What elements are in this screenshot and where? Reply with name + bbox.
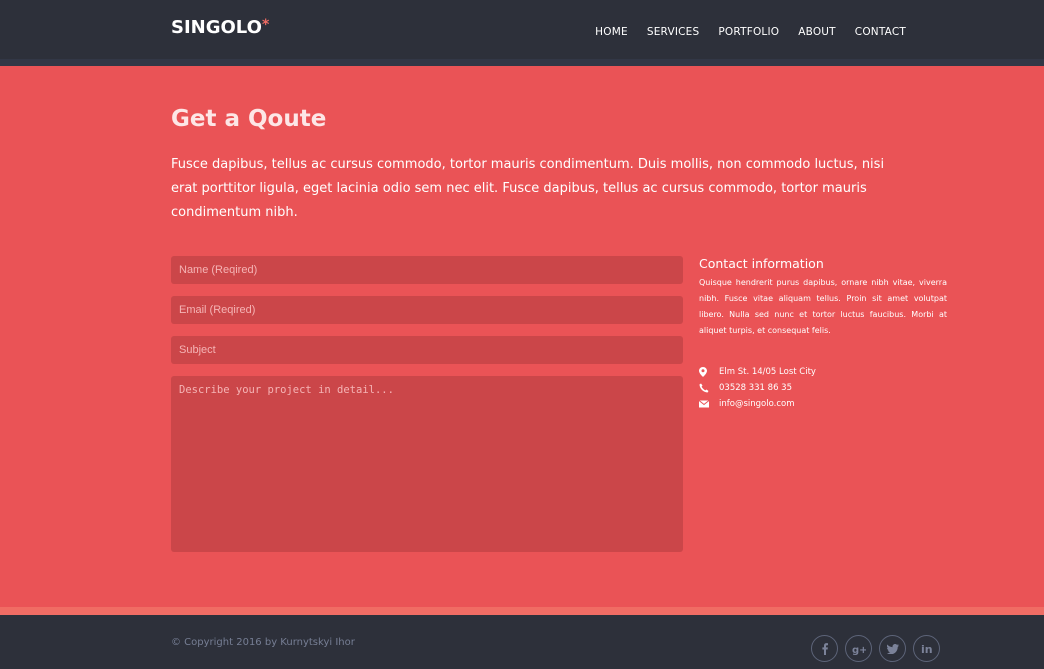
facebook-icon[interactable] xyxy=(811,635,838,662)
description-field[interactable] xyxy=(171,376,683,552)
svg-text:g+: g+ xyxy=(852,645,866,655)
contact-details: Elm St. 14/05 Lost City 03528 331 86 35 … xyxy=(699,364,816,412)
section-intro: Fusce dapibus, tellus ac cursus commodo,… xyxy=(171,157,885,220)
contact-heading: Contact information xyxy=(699,256,824,271)
email-text[interactable]: info@singolo.com xyxy=(719,399,794,409)
section-title: Get a Qoute xyxy=(171,106,327,132)
email-row: info@singolo.com xyxy=(699,396,816,412)
phone-icon xyxy=(699,383,719,393)
subject-field[interactable] xyxy=(171,336,683,364)
contact-text: Quisque hendrerit purus dapibus, ornare … xyxy=(699,278,947,335)
name-field[interactable] xyxy=(171,256,683,284)
logo[interactable]: SINGOLO* xyxy=(171,17,269,38)
footer-divider xyxy=(0,607,1044,615)
svg-text:in: in xyxy=(921,643,933,654)
address-text: Elm St. 14/05 Lost City xyxy=(719,367,816,377)
main-nav: HOME SERVICES PORTFOLIO ABOUT CONTACT xyxy=(576,26,906,38)
mail-icon xyxy=(699,400,719,408)
copyright-text: © Copyright 2016 by Kurnytskyi Ihor xyxy=(171,637,355,648)
twitter-icon[interactable] xyxy=(879,635,906,662)
phone-row: 03528 331 86 35 xyxy=(699,380,816,396)
email-field[interactable] xyxy=(171,296,683,324)
google-plus-icon[interactable]: g+ xyxy=(845,635,872,662)
site-footer: © Copyright 2016 by Kurnytskyi Ihor g+ i… xyxy=(0,615,1044,669)
site-header: SINGOLO* HOME SERVICES PORTFOLIO ABOUT C… xyxy=(0,0,1044,59)
quote-section: Get a Qoute Fusce dapibus, tellus ac cur… xyxy=(0,66,1044,607)
phone-text: 03528 331 86 35 xyxy=(719,383,793,393)
nav-about[interactable]: ABOUT xyxy=(798,26,836,38)
logo-star: * xyxy=(261,17,270,33)
nav-contact[interactable]: CONTACT xyxy=(855,26,906,38)
social-links: g+ in xyxy=(811,635,947,662)
nav-home[interactable]: HOME xyxy=(595,26,628,38)
address-row: Elm St. 14/05 Lost City xyxy=(699,364,816,380)
contact-info: Contact information Quisque hendrerit pu… xyxy=(699,256,947,339)
logo-text: SINGOLO xyxy=(171,17,262,38)
map-pin-icon xyxy=(699,367,719,377)
linkedin-icon[interactable]: in xyxy=(913,635,940,662)
nav-portfolio[interactable]: PORTFOLIO xyxy=(718,26,779,38)
nav-services[interactable]: SERVICES xyxy=(647,26,700,38)
header-divider xyxy=(0,59,1044,66)
